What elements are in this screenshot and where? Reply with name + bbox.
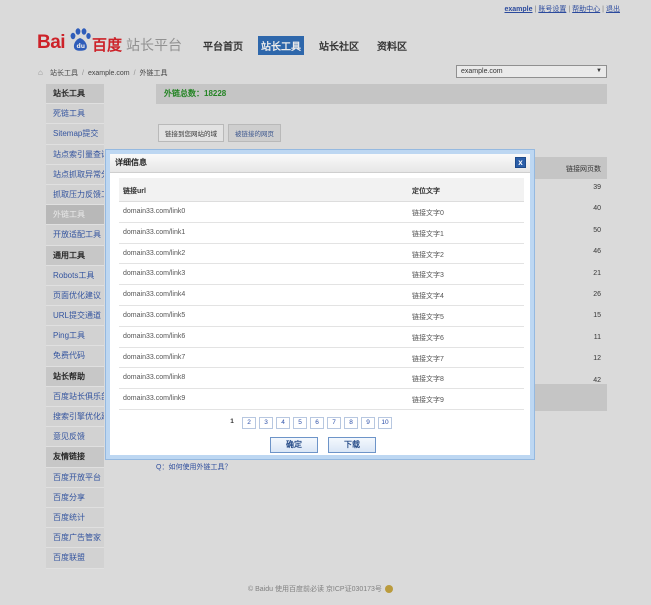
close-icon[interactable]: x xyxy=(515,157,526,168)
dialog-title-bar: 详细信息 x xyxy=(110,154,530,173)
page-button[interactable]: 9 xyxy=(361,417,375,429)
page-button[interactable]: 7 xyxy=(327,417,341,429)
table-row: domain33.com/link7 链接文字7 xyxy=(119,348,524,369)
header-anchor: 定位文字 xyxy=(412,188,440,195)
table-row: domain33.com/link2 链接文字2 xyxy=(119,244,524,265)
page-button[interactable]: 6 xyxy=(310,417,324,429)
table-row: domain33.com/link8 链接文字8 xyxy=(119,368,524,390)
dialog-table-body: domain33.com/link0 链接文字0 domain33.com/link… xyxy=(119,202,524,410)
page-button[interactable]: 1 xyxy=(225,417,239,429)
link-url-cell: domain33.com/link9 xyxy=(123,395,186,403)
link-url-cell: domain33.com/link8 xyxy=(123,374,186,382)
download-button[interactable]: 下载 xyxy=(328,437,376,453)
page-button[interactable]: 4 xyxy=(276,417,290,429)
header-url: 链接url xyxy=(123,188,146,195)
table-row: domain33.com/link9 链接文字9 xyxy=(119,389,524,410)
anchor-text-cell: 链接文字5 xyxy=(412,313,444,321)
link-url-cell: domain33.com/link4 xyxy=(123,291,186,299)
link-url-cell: domain33.com/link2 xyxy=(123,249,186,257)
page-button[interactable]: 5 xyxy=(293,417,307,429)
dialog-table-header: 链接url 定位文字 xyxy=(119,178,524,202)
detail-dialog: 详细信息 x 链接url 定位文字 domain33.com/link0 链接文字… xyxy=(106,150,534,459)
anchor-text-cell: 链接文字6 xyxy=(412,334,444,342)
anchor-text-cell: 链接文字3 xyxy=(412,272,444,280)
table-row: domain33.com/link6 链接文字6 xyxy=(119,327,524,348)
link-url-cell: domain33.com/link6 xyxy=(123,332,186,340)
table-row: domain33.com/link3 链接文字3 xyxy=(119,264,524,286)
dialog-title: 详细信息 xyxy=(115,158,147,167)
dialog-body: 链接url 定位文字 domain33.com/link0 链接文字0 domain… xyxy=(119,178,524,410)
page-button[interactable]: 8 xyxy=(344,417,358,429)
link-url-cell: domain33.com/link7 xyxy=(123,353,186,361)
anchor-text-cell: 链接文字4 xyxy=(412,293,444,301)
page-button[interactable]: 10 xyxy=(378,417,392,429)
link-url-cell: domain33.com/link1 xyxy=(123,228,186,236)
page-button[interactable]: 3 xyxy=(259,417,273,429)
link-url-cell: domain33.com/link0 xyxy=(123,208,186,215)
table-row: domain33.com/link4 链接文字4 xyxy=(119,285,524,306)
page-button[interactable]: 2 xyxy=(242,417,256,429)
anchor-text-cell: 链接文字0 xyxy=(412,210,444,217)
anchor-text-cell: 链接文字8 xyxy=(412,376,444,384)
anchor-text-cell: 链接文字9 xyxy=(412,397,444,405)
pagination: 1 2 3 4 5 6 7 8 9 10 xyxy=(225,417,392,429)
anchor-text-cell: 链接文字1 xyxy=(412,230,444,238)
link-url-cell: domain33.com/link5 xyxy=(123,311,186,319)
confirm-button[interactable]: 确定 xyxy=(270,437,318,453)
anchor-text-cell: 链接文字2 xyxy=(412,251,444,259)
dialog-buttons: 确定 下载 xyxy=(270,437,376,453)
table-row: domain33.com/link5 链接文字5 xyxy=(119,306,524,327)
link-url-cell: domain33.com/link3 xyxy=(123,270,186,278)
anchor-text-cell: 链接文字7 xyxy=(412,355,444,363)
table-row: domain33.com/link1 链接文字1 xyxy=(119,223,524,244)
table-row: domain33.com/link0 链接文字0 xyxy=(119,202,524,223)
